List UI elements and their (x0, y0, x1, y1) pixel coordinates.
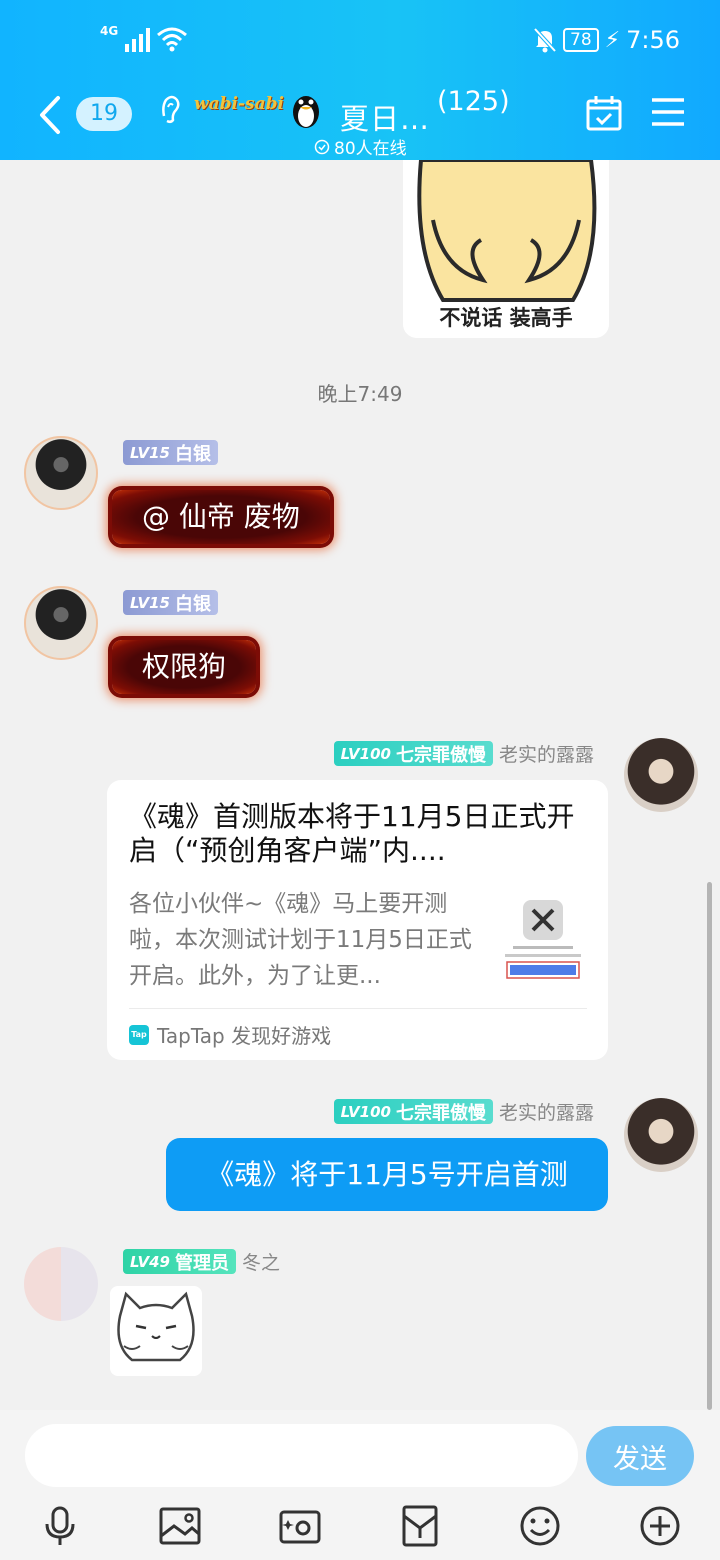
send-button[interactable]: 发送 (586, 1426, 694, 1486)
sender-meta: LV100 七宗罪傲慢 老实的露露 (333, 1098, 594, 1125)
sticker-caption: 不说话 装高手 (439, 306, 573, 330)
battery-level: 78 (563, 28, 599, 52)
level-badge: LV15 白银 (123, 440, 218, 465)
signal-icon (125, 28, 151, 52)
status-right: 78 ⚡ 7:56 (533, 26, 680, 54)
group-title[interactable]: 夏日… (340, 96, 430, 138)
status-left: 4G (100, 24, 188, 52)
avatar[interactable] (24, 1247, 98, 1321)
message-bubble[interactable]: 《魂》将于11月5号开启首测 (166, 1138, 608, 1211)
online-check-icon (314, 139, 330, 154)
sticker-message[interactable] (110, 1286, 202, 1376)
time-divider: 晚上7:49 (317, 382, 403, 406)
wifi-icon (157, 27, 188, 52)
sender-meta: LV49 管理员 冬之 (123, 1248, 280, 1275)
sender-meta: LV15 白银 (123, 440, 218, 465)
sticker-message[interactable]: 不说话 装高手 (403, 160, 609, 338)
online-status: 80人在线 (314, 134, 407, 159)
status-bar: 4G 78 ⚡ 7:56 (0, 0, 720, 80)
game-thumbnail-image (499, 892, 587, 984)
avatar[interactable] (624, 738, 698, 812)
mute-bell-icon (533, 27, 557, 53)
plus-icon[interactable] (638, 1504, 682, 1548)
message-bubble[interactable]: 权限狗 (112, 640, 257, 694)
member-count: (125) (437, 86, 510, 117)
message-input[interactable] (25, 1424, 578, 1487)
input-area: 发送 (0, 1410, 720, 1560)
scrollbar[interactable] (707, 882, 712, 1410)
avatar[interactable] (24, 436, 98, 510)
calendar-check-icon[interactable] (585, 94, 623, 132)
avatar[interactable] (624, 1098, 698, 1172)
level-title: 管理员 (174, 1252, 229, 1274)
level-number: LV49 (130, 1252, 170, 1271)
online-count-text: 80人在线 (334, 139, 407, 159)
card-title: 《魂》首测版本将于11月5日正式开启（“预创角客户端”内.... (129, 800, 575, 867)
level-number: LV100 (340, 1102, 391, 1121)
level-badge: LV15 白银 (123, 590, 218, 615)
sender-meta: LV100 七宗罪傲慢 老实的露露 (333, 740, 594, 767)
level-title: 白银 (174, 443, 211, 465)
red-packet-icon[interactable] (398, 1504, 442, 1548)
sender-name: 冬之 (241, 1252, 280, 1274)
link-share-card[interactable]: 《魂》首测版本将于11月5日正式开启（“预创角客户端”内.... 各位小伙伴~《… (107, 780, 608, 1060)
group-logo: wabi-sabi (194, 94, 284, 114)
menu-icon[interactable] (650, 96, 686, 128)
nav-row: 19 wabi-sabi 夏日… (125) 80人在线 (0, 80, 720, 160)
ear-icon (162, 95, 180, 124)
level-title: 白银 (174, 593, 211, 615)
avatar[interactable] (24, 586, 98, 660)
clock: 7:56 (626, 26, 680, 54)
level-badge: LV100 七宗罪傲慢 (333, 741, 493, 766)
message-bubble[interactable]: @ 仙帝 废物 (112, 490, 330, 544)
microphone-icon[interactable] (38, 1504, 82, 1548)
level-number: LV15 (130, 443, 170, 462)
camera-icon[interactable] (278, 1504, 322, 1548)
emoji-icon[interactable] (518, 1504, 562, 1548)
sender-meta: LV15 白银 (123, 590, 218, 615)
charging-icon: ⚡ (604, 27, 621, 53)
taptap-icon: Tap (129, 1024, 149, 1045)
card-description: 各位小伙伴~《魂》马上要开测啦，本次测试计划于11月5日正式开启。此外，为了让更… (129, 891, 472, 989)
cat-sticker-image (117, 1291, 195, 1362)
image-icon[interactable] (158, 1504, 202, 1548)
sender-name: 老实的露露 (498, 744, 594, 766)
level-badge: LV49 管理员 (123, 1249, 236, 1274)
chat-messages[interactable]: 不说话 装高手 晚上7:49 LV15 白银 @ 仙帝 废物 LV15 白银 权限狗… (0, 160, 720, 1410)
level-number: LV15 (130, 593, 170, 612)
chat-header: 4G 78 ⚡ 7:56 19 wabi-sabi 夏日… (125) 80人在… (0, 0, 720, 160)
card-source-text: TapTap 发现好游戏 (157, 1024, 332, 1048)
back-arrow-icon[interactable] (34, 92, 70, 138)
card-divider (129, 1008, 587, 1009)
penguin-icon (293, 96, 319, 128)
unread-count-badge[interactable]: 19 (76, 97, 132, 131)
level-title: 七宗罪傲慢 (395, 744, 486, 766)
card-source: Tap TapTap 发现好游戏 (129, 1020, 331, 1049)
sender-name: 老实的露露 (498, 1102, 594, 1124)
network-type: 4G (100, 24, 119, 38)
level-number: LV100 (340, 744, 391, 763)
level-badge: LV100 七宗罪傲慢 (333, 1099, 493, 1124)
level-title: 七宗罪傲慢 (395, 1102, 486, 1124)
